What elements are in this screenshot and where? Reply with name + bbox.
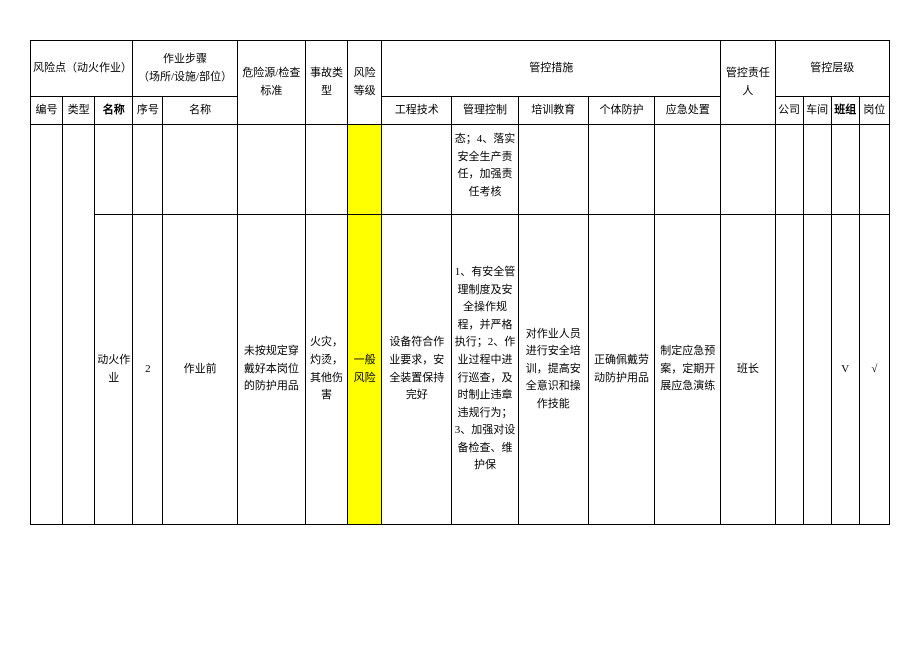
hdr-type: 类型	[63, 97, 95, 125]
hdr-team: 班组	[831, 97, 859, 125]
hdr-eng-tech: 工程技术	[382, 97, 452, 125]
cell-manage-ctrl: 态；4、落实安全生产责任，加强责任考核	[452, 125, 518, 215]
hdr-ppe: 个体防护	[588, 97, 654, 125]
hdr-name: 名称	[95, 97, 133, 125]
cell-company	[775, 125, 803, 215]
hdr-step-name: 名称	[163, 97, 237, 125]
header-row-1: 风险点（动火作业） 作业步骤 （场所/设施/部位） 危险源/检查标准 事故类型 …	[31, 41, 890, 97]
cell-step-name: 作业前	[163, 215, 237, 525]
risk-assessment-table: 风险点（动火作业） 作业步骤 （场所/设施/部位） 危险源/检查标准 事故类型 …	[30, 40, 890, 525]
cell-step-no: 2	[133, 215, 163, 525]
hdr-accident-type: 事故类型	[305, 41, 347, 125]
cell-hazard: 未按规定穿戴好本岗位的防护用品	[237, 215, 305, 525]
cell-post: √	[859, 215, 889, 525]
cell-eng-tech: 设备符合作业要求，安全装置保持完好	[382, 215, 452, 525]
cell-training: 对作业人员进行安全培训，提高安全意识和操作技能	[518, 215, 588, 525]
table-row-main: 动火作业 2 作业前 未按规定穿戴好本岗位的防护用品 火灾，灼烫，其他伤害 一般…	[31, 215, 890, 525]
cell-training	[518, 125, 588, 215]
cell-type	[63, 125, 95, 525]
hdr-training: 培训教育	[518, 97, 588, 125]
hdr-risk-point: 风险点（动火作业）	[31, 41, 133, 97]
hdr-manage-ctrl: 管理控制	[452, 97, 518, 125]
hdr-post: 岗位	[859, 97, 889, 125]
cell-accident: 火灾，灼烫，其他伤害	[305, 215, 347, 525]
cell-accident	[305, 125, 347, 215]
cell-responsible	[721, 125, 775, 215]
cell-ppe	[588, 125, 654, 215]
cell-risk-level	[348, 125, 382, 215]
hdr-operation-steps: 作业步骤 （场所/设施/部位）	[133, 41, 237, 97]
hdr-emergency: 应急处置	[655, 97, 721, 125]
cell-emergency	[655, 125, 721, 215]
hdr-control-measures: 管控措施	[382, 41, 721, 97]
cell-post	[859, 125, 889, 215]
hdr-hazard-source: 危险源/检查标准	[237, 41, 305, 125]
cell-emergency: 制定应急预案，定期开展应急演练	[655, 215, 721, 525]
cell-step-no	[133, 125, 163, 215]
hdr-workshop: 车间	[803, 97, 831, 125]
cell-workshop	[803, 125, 831, 215]
cell-team	[831, 125, 859, 215]
cell-hazard	[237, 125, 305, 215]
cell-risk-level: 一般风险	[348, 215, 382, 525]
hdr-responsible: 管控责任人	[721, 41, 775, 125]
hdr-no: 编号	[31, 97, 63, 125]
hdr-risk-level: 风险等级	[348, 41, 382, 125]
cell-name	[95, 125, 133, 215]
cell-eng-tech	[382, 125, 452, 215]
cell-responsible: 班长	[721, 215, 775, 525]
hdr-control-level: 管控层级	[775, 41, 889, 97]
cell-company	[775, 215, 803, 525]
hdr-step-no: 序号	[133, 97, 163, 125]
cell-no	[31, 125, 63, 525]
hdr-company: 公司	[775, 97, 803, 125]
cell-team: V	[831, 215, 859, 525]
cell-name: 动火作业	[95, 215, 133, 525]
cell-manage-ctrl: 1、有安全管理制度及安全操作规程，并严格执行；2、作业过程中进行巡查，及时制止违…	[452, 215, 518, 525]
cell-workshop	[803, 215, 831, 525]
table-row-partial: 态；4、落实安全生产责任，加强责任考核	[31, 125, 890, 215]
cell-step-name	[163, 125, 237, 215]
cell-ppe: 正确佩戴劳动防护用品	[588, 215, 654, 525]
